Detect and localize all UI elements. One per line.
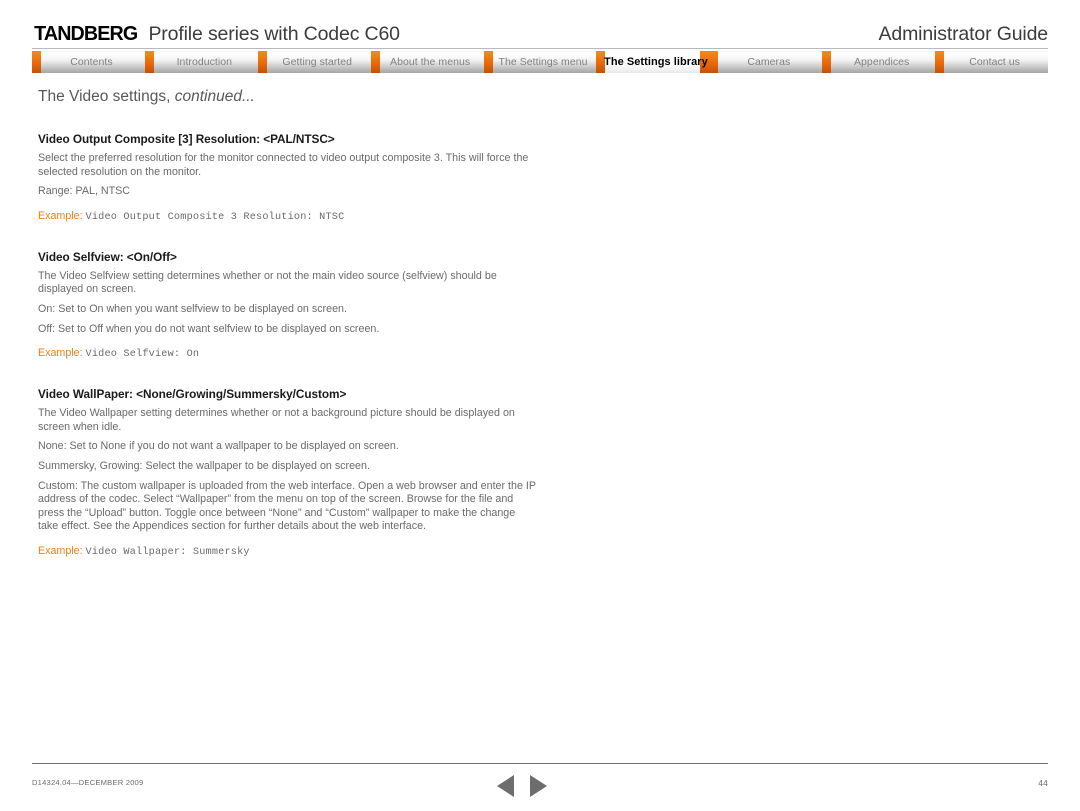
setting-description: The Video Wallpaper setting determines w… <box>38 407 515 433</box>
settings-list: Video Output Composite [3] Resolution: <… <box>38 132 538 558</box>
tab-contact-us[interactable]: Contact us <box>935 51 1048 73</box>
tab-marker-icon <box>144 51 154 73</box>
setting-title: Video Selfview: <On/Off> <box>38 249 177 264</box>
tab-marker-icon <box>822 51 832 73</box>
tab-label: Introduction <box>176 56 233 68</box>
tab-label: Getting started <box>282 56 353 68</box>
setting-entry: Video WallPaper: <None/Growing/Summersky… <box>38 387 538 558</box>
tab-introduction[interactable]: Introduction <box>144 51 258 73</box>
tab-marker-icon <box>32 51 41 73</box>
tab-marker-icon <box>257 51 267 73</box>
page-header: TANDBERG Profile series with Codec C60 A… <box>0 0 1080 46</box>
setting-description: Custom: The custom wallpaper is uploaded… <box>38 479 536 533</box>
brand-block: TANDBERG Profile series with Codec C60 <box>32 22 400 46</box>
tab-appendices[interactable]: Appendices <box>822 51 935 73</box>
document-id: D14324.04—DECEMBER 2009 <box>32 778 144 787</box>
tab-label: The Settings menu <box>498 56 588 68</box>
setting-description: On: Set to On when you want selfview to … <box>38 302 347 315</box>
setting-example: Example: Video Wallpaper: Summersky <box>38 545 538 558</box>
header-inner: TANDBERG Profile series with Codec C60 A… <box>32 22 1048 46</box>
example-label: Example: <box>38 544 83 557</box>
tab-marker-icon <box>483 51 493 73</box>
setting-description: Off: Set to Off when you do not want sel… <box>38 322 380 335</box>
tab-label: Contents <box>70 56 113 68</box>
tab-cameras[interactable]: Cameras <box>709 51 822 73</box>
page-content: The Video settings, continued... Video O… <box>38 88 538 585</box>
header-divider <box>32 48 1048 49</box>
setting-entry: Video Output Composite [3] Resolution: <… <box>38 132 538 223</box>
setting-description: Range: PAL, NTSC <box>38 185 131 198</box>
setting-title: Video Output Composite [3] Resolution: <… <box>38 132 335 146</box>
setting-description: None: Set to None if you do not want a w… <box>38 440 399 453</box>
footer-divider <box>32 763 1048 764</box>
page-title: The Video settings, continued... <box>38 88 538 106</box>
product-title: Profile series with Codec C60 <box>148 23 400 45</box>
tab-label: Appendices <box>853 56 910 68</box>
footer-navigation <box>497 775 587 797</box>
section-tab-bar: Contents Introduction Getting started About… <box>32 51 1048 73</box>
example-label: Example: <box>38 209 83 222</box>
example-code: Video Output Composite 3 Resolution: NTS… <box>85 211 345 223</box>
tab-marker-icon <box>370 51 380 73</box>
tab-label: Cameras <box>747 56 791 68</box>
tab-getting-started[interactable]: Getting started <box>257 51 371 73</box>
tab-label: The Settings library <box>604 56 708 68</box>
setting-description: Summersky, Growing: Select the wallpaper… <box>38 459 370 472</box>
tandberg-logo: TANDBERG <box>34 22 138 45</box>
setting-description: Select the preferred resolution for the … <box>38 152 529 178</box>
example-code: Video Selfview: On <box>85 349 200 361</box>
tab-the-settings-menu[interactable]: The Settings menu <box>483 51 597 73</box>
setting-example: Example: Video Output Composite 3 Resolu… <box>38 210 538 223</box>
guide-title: Administrator Guide <box>878 23 1049 45</box>
setting-example: Example: Video Selfview: On <box>38 347 538 360</box>
page-footer: D14324.04—DECEMBER 2009 44 <box>32 775 1048 799</box>
page-number: 44 <box>1038 778 1048 788</box>
tab-label: About the menus <box>390 56 471 68</box>
page-title-continued: continued... <box>174 88 255 105</box>
example-code: Video Wallpaper: Summersky <box>85 546 250 558</box>
setting-description: The Video Selfview setting determines wh… <box>38 269 497 296</box>
page-title-main: The Video settings, <box>38 88 175 105</box>
tab-about-the-menus[interactable]: About the menus <box>370 51 484 73</box>
tab-contents[interactable]: Contents <box>32 51 145 73</box>
example-label: Example: <box>38 347 83 360</box>
tab-marker-icon <box>709 51 719 73</box>
tab-the-settings-library[interactable]: The Settings library <box>596 51 710 73</box>
tab-marker-icon <box>935 51 945 73</box>
setting-title: Video WallPaper: <None/Growing/Summersky… <box>38 387 347 402</box>
triangle-right-icon[interactable] <box>530 775 547 797</box>
triangle-left-icon[interactable] <box>497 775 514 797</box>
setting-entry: Video Selfview: <On/Off> The Video Selfvi… <box>38 250 538 360</box>
tab-label: Contact us <box>969 56 1020 68</box>
